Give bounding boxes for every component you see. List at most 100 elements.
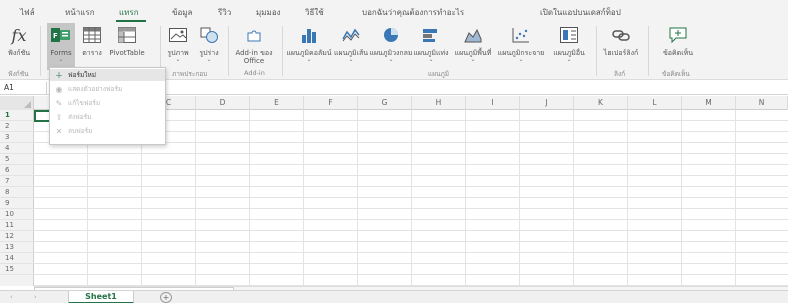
table-label: ตาราง: [82, 49, 102, 57]
row-header-6[interactable]: 6: [0, 165, 34, 176]
chevron-down-icon: ⌄: [206, 56, 212, 63]
column-header-e[interactable]: E: [250, 96, 304, 110]
pivottable-icon: [116, 24, 138, 46]
pivottable-label: PivotTable: [109, 49, 145, 57]
row-header-15[interactable]: 15: [0, 264, 34, 275]
column-header-g[interactable]: G: [358, 96, 412, 110]
function-button[interactable]: fx ฟังก์ชัน: [4, 24, 34, 58]
column-header-k[interactable]: K: [574, 96, 628, 110]
divider: [46, 82, 47, 94]
name-box[interactable]: A1: [4, 83, 14, 92]
group-separator: [228, 26, 229, 76]
column-header-d[interactable]: D: [196, 96, 250, 110]
plus-icon: ＋: [55, 70, 63, 80]
row-header-12[interactable]: 12: [0, 231, 34, 242]
forms-dropdown-menu: ＋ ฟอร์มใหม่ ◉ แสดงตัวอย่างฟอร์ม ✎ แก้ไขฟ…: [49, 67, 166, 145]
row-header-4[interactable]: 4: [0, 143, 34, 154]
forms-icon: F: [50, 24, 72, 46]
column-header-n[interactable]: N: [736, 96, 788, 110]
row-header-13[interactable]: 13: [0, 242, 34, 253]
row-header-7[interactable]: 7: [0, 176, 34, 187]
row-header-1[interactable]: 1: [0, 110, 34, 121]
shapes-button[interactable]: รูปร่าง ⌄: [196, 24, 222, 63]
menu-item-label: ฟอร์มใหม่: [68, 71, 97, 79]
row-header-9[interactable]: 9: [0, 198, 34, 209]
column-header-i[interactable]: I: [466, 96, 520, 110]
sheet-tab-sheet1[interactable]: Sheet1: [68, 291, 134, 303]
pencil-icon: ✎: [55, 98, 63, 108]
column-chart-button[interactable]: แผนภูมิคอลัมน์ ⌄: [286, 24, 332, 63]
table-icon: [81, 24, 103, 46]
menu-item-delete-form[interactable]: ✕ ลบฟอร์ม: [50, 125, 165, 137]
chevron-down-icon: ⌄: [58, 56, 64, 63]
tab-review[interactable]: รีวิว: [218, 6, 231, 19]
column-chart-icon: [298, 24, 320, 46]
area-chart-icon: [462, 24, 484, 46]
column-header-f[interactable]: F: [304, 96, 358, 110]
row-header-14[interactable]: 14: [0, 253, 34, 264]
chevron-down-icon: ⌄: [175, 56, 181, 63]
table-button[interactable]: ตาราง: [80, 24, 104, 57]
tell-me-search[interactable]: บอกฉันว่าคุณต้องการทำอะไร: [362, 6, 464, 19]
menu-item-label: แก้ไขฟอร์ม: [68, 99, 101, 107]
chevron-right-icon[interactable]: ›: [34, 293, 37, 301]
tab-data[interactable]: ข้อมูล: [172, 6, 192, 19]
menu-item-send-form[interactable]: ⇪ ส่งฟอร์ม: [50, 111, 165, 123]
group-label-function: ฟังก์ชัน: [8, 70, 29, 78]
group-separator: [648, 26, 649, 76]
addin-label: Add-in ของ Office: [235, 49, 273, 65]
menu-item-new-form[interactable]: ＋ ฟอร์มใหม่: [50, 69, 165, 81]
line-chart-button[interactable]: แผนภูมิเส้น ⌄: [332, 24, 370, 63]
function-icon: fx: [11, 25, 27, 45]
chevron-down-icon: ⌄: [428, 56, 434, 63]
column-header-l[interactable]: L: [628, 96, 682, 110]
chevron-left-icon[interactable]: ‹: [10, 293, 13, 301]
hyperlink-label: ไฮเปอร์ลิงก์: [603, 49, 639, 57]
column-header-m[interactable]: M: [682, 96, 736, 110]
hyperlink-button[interactable]: ไฮเปอร์ลิงก์: [600, 24, 642, 57]
tab-help[interactable]: วิธีใช้: [305, 6, 324, 19]
scatter-chart-icon: [510, 24, 532, 46]
open-in-desktop-app[interactable]: เปิดในแอปบนเดสก์ท็อป: [540, 6, 621, 19]
menu-item-preview-form[interactable]: ◉ แสดงตัวอย่างฟอร์ม: [50, 83, 165, 95]
chevron-down-icon: ⌄: [566, 56, 572, 63]
add-sheet-button[interactable]: +: [160, 292, 172, 303]
addin-icon: [243, 24, 265, 46]
column-header-h[interactable]: H: [412, 96, 466, 110]
tab-insert[interactable]: แทรก: [119, 6, 139, 19]
tab-home[interactable]: หน้าแรก: [65, 6, 95, 19]
chevron-down-icon: ⌄: [306, 56, 312, 63]
row-header-2[interactable]: 2: [0, 121, 34, 132]
eye-icon: ◉: [55, 84, 63, 94]
scatter-chart-button[interactable]: แผนภูมิกระจาย ⌄: [496, 24, 546, 63]
menu-item-label: แสดงตัวอย่างฟอร์ม: [68, 85, 123, 93]
column-header-j[interactable]: J: [520, 96, 574, 110]
tab-view[interactable]: มุมมอง: [256, 6, 281, 19]
sheet-tab-bar: ‹ › Sheet1 +: [0, 290, 788, 303]
pie-chart-button[interactable]: แผนภูมิวงกลม ⌄: [369, 24, 413, 63]
bar-chart-icon: [420, 24, 442, 46]
group-label-links: ลิงก์: [614, 70, 626, 78]
group-separator: [282, 26, 283, 76]
row-header-3[interactable]: 3: [0, 132, 34, 143]
comment-icon: [667, 24, 689, 46]
forms-button[interactable]: F Forms ⌄: [48, 24, 74, 63]
tab-file[interactable]: ไฟล์: [20, 6, 35, 19]
pivottable-button[interactable]: PivotTable: [108, 24, 146, 57]
row-header-5[interactable]: 5: [0, 154, 34, 165]
row-header-10[interactable]: 10: [0, 209, 34, 220]
row-header-8[interactable]: 8: [0, 187, 34, 198]
line-chart-icon: [340, 24, 362, 46]
office-addins-button[interactable]: Add-in ของ Office: [232, 24, 276, 65]
menu-item-edit-form[interactable]: ✎ แก้ไขฟอร์ม: [50, 97, 165, 109]
link-icon: [610, 24, 632, 46]
group-label-charts: แผนภูมิ: [428, 70, 450, 78]
delete-x-icon: ✕: [55, 126, 63, 136]
area-chart-button[interactable]: แผนภูมิพื้นที่ ⌄: [450, 24, 496, 63]
picture-button[interactable]: รูปภาพ ⌄: [165, 24, 191, 63]
bar-chart-button[interactable]: แผนภูมิแท่ง ⌄: [412, 24, 450, 63]
select-all-corner[interactable]: [0, 96, 34, 110]
other-chart-button[interactable]: แผนภูมิอื่น ⌄: [548, 24, 590, 63]
comment-button[interactable]: ข้อคิดเห็น: [656, 24, 700, 57]
row-header-11[interactable]: 11: [0, 220, 34, 231]
